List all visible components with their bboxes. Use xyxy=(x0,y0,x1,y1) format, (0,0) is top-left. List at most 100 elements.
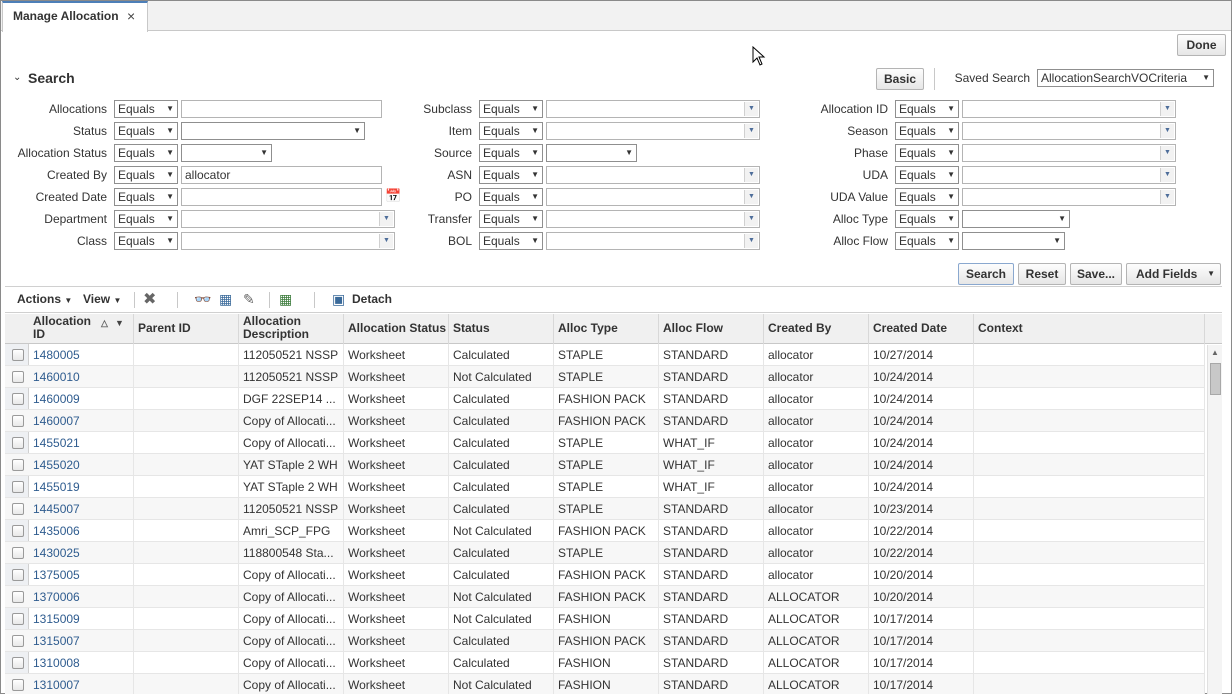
row-checkbox[interactable] xyxy=(12,503,24,515)
uda-value-operator-select[interactable]: Equals▼ xyxy=(895,188,959,206)
table-row[interactable]: 1480005112050521 NSSPWorksheetCalculated… xyxy=(5,344,1205,366)
row-checkbox[interactable] xyxy=(12,393,24,405)
bol-combobox[interactable]: ▼ xyxy=(546,232,760,250)
table-row[interactable]: 1435006Amri_SCP_FPGWorksheetNot Calculat… xyxy=(5,520,1205,542)
table-row[interactable]: 1430025118800548 Sta...WorksheetCalculat… xyxy=(5,542,1205,564)
allocation-id-link[interactable]: 1455019 xyxy=(29,476,134,498)
table-row[interactable]: 1455021Copy of Allocati...WorksheetCalcu… xyxy=(5,432,1205,454)
allocation-id-link[interactable]: 1370006 xyxy=(29,586,134,608)
alloc-type-operator-select[interactable]: Equals▼ xyxy=(895,210,959,228)
allocation-id-link[interactable]: 1310007 xyxy=(29,674,134,694)
export-icon[interactable]: ▦ xyxy=(279,291,292,308)
row-checkbox[interactable] xyxy=(12,459,24,471)
delete-icon[interactable]: ✖ xyxy=(143,289,156,309)
col-allocation-status[interactable]: Allocation Status xyxy=(344,314,449,344)
class-combobox[interactable]: ▼ xyxy=(181,232,395,250)
po-combobox[interactable]: ▼ xyxy=(546,188,760,206)
transfer-operator-select[interactable]: Equals▼ xyxy=(479,210,543,228)
row-checkbox[interactable] xyxy=(12,415,24,427)
col-created-by[interactable]: Created By xyxy=(764,314,869,344)
allocation-id-link[interactable]: 1460009 xyxy=(29,388,134,410)
allocation-status-operator-select[interactable]: Equals▼ xyxy=(114,144,178,162)
table-row[interactable]: 1460007Copy of Allocati...WorksheetCalcu… xyxy=(5,410,1205,432)
dropdown-arrow-icon[interactable]: ▼ xyxy=(744,190,758,204)
table-row[interactable]: 1460010112050521 NSSPWorksheetNot Calcul… xyxy=(5,366,1205,388)
search-button[interactable]: Search xyxy=(958,263,1014,285)
pencil-icon[interactable]: ✎ xyxy=(243,291,255,308)
close-icon[interactable]: × xyxy=(127,8,135,24)
table-row[interactable]: 1370006Copy of Allocati...WorksheetNot C… xyxy=(5,586,1205,608)
row-checkbox[interactable] xyxy=(12,349,24,361)
table-row[interactable]: 1310007Copy of Allocati...WorksheetNot C… xyxy=(5,674,1205,694)
basic-button[interactable]: Basic xyxy=(876,68,924,90)
allocation-id-link[interactable]: 1430025 xyxy=(29,542,134,564)
allocation-id-link[interactable]: 1455020 xyxy=(29,454,134,476)
status-operator-select[interactable]: Equals▼ xyxy=(114,122,178,140)
alloc-flow-operator-select[interactable]: Equals▼ xyxy=(895,232,959,250)
allocations-input[interactable] xyxy=(181,100,382,118)
reset-button[interactable]: Reset xyxy=(1018,263,1066,285)
class-operator-select[interactable]: Equals▼ xyxy=(114,232,178,250)
transfer-combobox[interactable]: ▼ xyxy=(546,210,760,228)
allocation-id-link[interactable]: 1480005 xyxy=(29,344,134,366)
allocation-id-link[interactable]: 1460010 xyxy=(29,366,134,388)
done-button[interactable]: Done xyxy=(1177,34,1226,56)
tab-manage-allocation[interactable]: Manage Allocation × xyxy=(2,1,148,32)
table-row[interactable]: 1445007112050521 NSSPWorksheetCalculated… xyxy=(5,498,1205,520)
season-combobox[interactable]: ▼ xyxy=(962,122,1176,140)
scrollbar-thumb[interactable] xyxy=(1210,363,1221,395)
dropdown-arrow-icon[interactable]: ▼ xyxy=(1160,168,1174,182)
add-fields-button[interactable]: Add Fields▼ xyxy=(1126,263,1221,285)
created-date-input[interactable] xyxy=(181,188,382,206)
phase-operator-select[interactable]: Equals▼ xyxy=(895,144,959,162)
detach-button[interactable]: Detach xyxy=(352,292,392,306)
row-checkbox[interactable] xyxy=(12,547,24,559)
subclass-operator-select[interactable]: Equals▼ xyxy=(479,100,543,118)
col-context[interactable]: Context xyxy=(974,314,1205,344)
dropdown-arrow-icon[interactable]: ▼ xyxy=(744,168,758,182)
sort-ascending-icon[interactable]: △ xyxy=(101,317,108,330)
allocation-id-link[interactable]: 1460007 xyxy=(29,410,134,432)
col-allocation-id[interactable]: Allocation ID △ ▼ xyxy=(29,314,134,344)
asn-combobox[interactable]: ▼ xyxy=(546,166,760,184)
edit-record-icon[interactable]: ▦ xyxy=(219,291,232,308)
department-operator-select[interactable]: Equals▼ xyxy=(114,210,178,228)
po-operator-select[interactable]: Equals▼ xyxy=(479,188,543,206)
dropdown-arrow-icon[interactable]: ▼ xyxy=(744,234,758,248)
col-allocation-description[interactable]: Allocation Description xyxy=(239,314,344,344)
alloc-flow-select[interactable]: ▼ xyxy=(962,232,1065,250)
table-row[interactable]: 1455020YAT STaple 2 WHWorksheetCalculate… xyxy=(5,454,1205,476)
status-select[interactable]: ▼ xyxy=(181,122,365,140)
row-checkbox[interactable] xyxy=(12,591,24,603)
row-checkbox[interactable] xyxy=(12,635,24,647)
view-menu[interactable]: View ▼ xyxy=(83,292,121,306)
col-status[interactable]: Status xyxy=(449,314,554,344)
actions-menu[interactable]: Actions ▼ xyxy=(17,292,72,306)
row-checkbox[interactable] xyxy=(12,481,24,493)
vertical-scrollbar[interactable]: ▲ xyxy=(1207,345,1222,694)
asn-operator-select[interactable]: Equals▼ xyxy=(479,166,543,184)
alloc-type-select[interactable]: ▼ xyxy=(962,210,1070,228)
row-checkbox[interactable] xyxy=(12,525,24,537)
dropdown-arrow-icon[interactable]: ▼ xyxy=(1160,124,1174,138)
row-checkbox[interactable] xyxy=(12,371,24,383)
allocation-status-select[interactable]: ▼ xyxy=(181,144,272,162)
created-by-operator-select[interactable]: Equals▼ xyxy=(114,166,178,184)
department-combobox[interactable]: ▼ xyxy=(181,210,395,228)
row-checkbox[interactable] xyxy=(12,657,24,669)
item-combobox[interactable]: ▼ xyxy=(546,122,760,140)
phase-combobox[interactable]: ▼ xyxy=(962,144,1176,162)
source-operator-select[interactable]: Equals▼ xyxy=(479,144,543,162)
dropdown-arrow-icon[interactable]: ▼ xyxy=(744,124,758,138)
allocation-id-link[interactable]: 1315009 xyxy=(29,608,134,630)
detach-icon[interactable]: ▣ xyxy=(332,291,345,308)
season-operator-select[interactable]: Equals▼ xyxy=(895,122,959,140)
table-row[interactable]: 1460009DGF 22SEP14 ...WorksheetCalculate… xyxy=(5,388,1205,410)
bol-operator-select[interactable]: Equals▼ xyxy=(479,232,543,250)
allocation-id-link[interactable]: 1315007 xyxy=(29,630,134,652)
table-row[interactable]: 1310008Copy of Allocati...WorksheetCalcu… xyxy=(5,652,1205,674)
allocation-id-link[interactable]: 1375005 xyxy=(29,564,134,586)
item-operator-select[interactable]: Equals▼ xyxy=(479,122,543,140)
row-checkbox[interactable] xyxy=(12,679,24,691)
row-checkbox[interactable] xyxy=(12,437,24,449)
